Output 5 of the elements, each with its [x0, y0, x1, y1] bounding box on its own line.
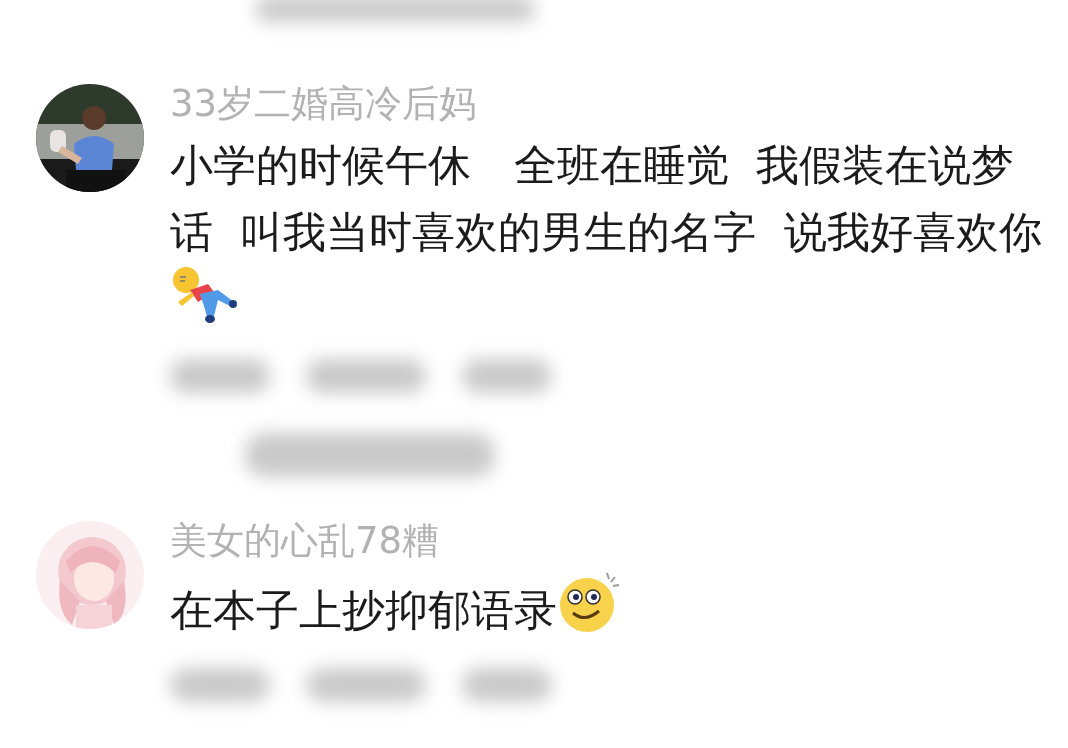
comment-text: 在本子上抄抑郁语录 [170, 585, 557, 635]
username[interactable]: 33岁二婚高冷后妈 [170, 82, 1050, 126]
username[interactable]: 美女的心乱78糟 [170, 519, 1050, 563]
comment-text: 小学的时候午休 全班在睡觉 我假装在说梦话 叫我当时喜欢的男生的名字 说我好喜欢你 [170, 140, 1042, 257]
lying-figure-icon [170, 266, 240, 324]
